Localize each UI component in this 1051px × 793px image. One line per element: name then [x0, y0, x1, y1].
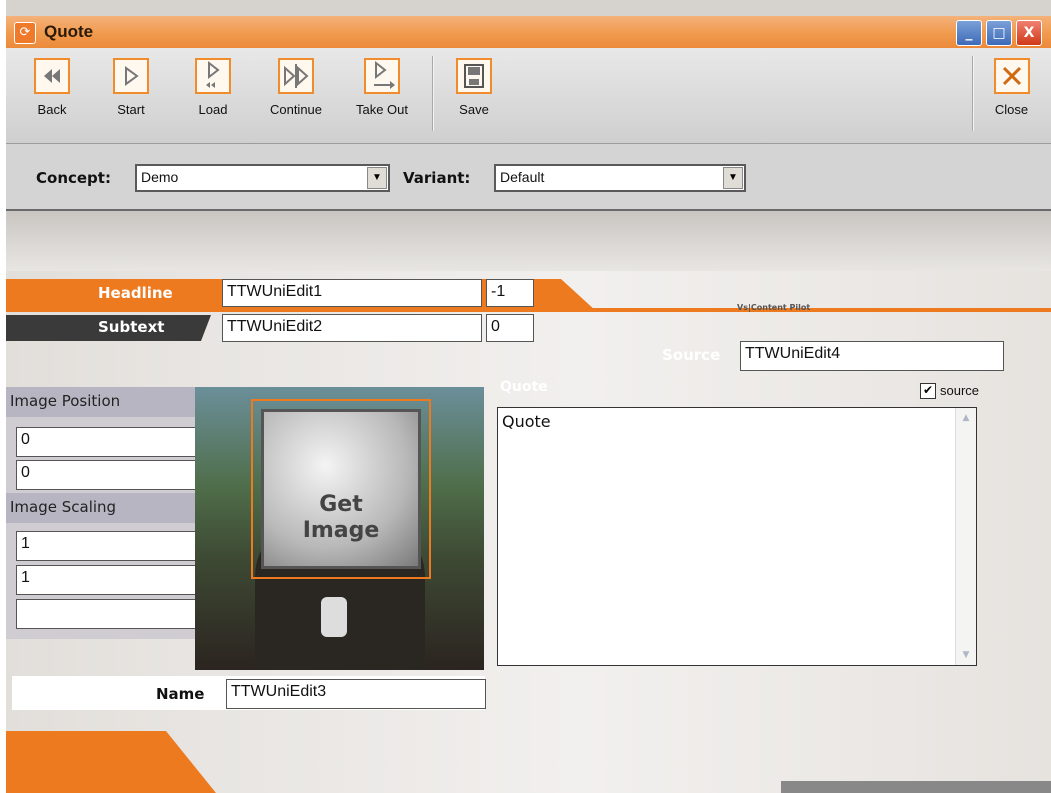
continue-button[interactable]: Continue: [266, 58, 326, 117]
quote-textarea[interactable]: Quote ▲ ▼: [497, 407, 977, 666]
subtext-input[interactable]: TTWUniEdit2: [222, 314, 482, 342]
microphone: [321, 597, 347, 637]
get-image-line2: Image: [302, 518, 380, 543]
headline-input[interactable]: TTWUniEdit1: [222, 279, 482, 307]
image-position-y-input[interactable]: 0: [16, 460, 208, 490]
get-image-line1: Get: [319, 492, 363, 517]
load-label: Load: [198, 102, 228, 117]
image-position-x-input[interactable]: 0: [16, 427, 208, 457]
quote-text: Quote: [502, 412, 551, 431]
toolbar-separator-right: [972, 56, 974, 131]
concept-select[interactable]: Demo ▼: [135, 164, 390, 192]
subtext-index-input[interactable]: 0: [486, 314, 534, 342]
load-button[interactable]: Load: [193, 58, 233, 117]
load-icon: [195, 58, 231, 94]
chevron-down-icon[interactable]: ▼: [723, 167, 743, 189]
save-icon: [456, 58, 492, 94]
take-out-icon: [364, 58, 400, 94]
save-label: Save: [459, 102, 489, 117]
quote-scrollbar[interactable]: ▲ ▼: [955, 408, 976, 665]
image-position-label: Image Position: [6, 387, 211, 417]
toolbar: Back Start Load Continue Take Out Save C…: [6, 48, 1051, 144]
concept-variant-bar: Concept: Demo ▼ Variant: Default ▼: [6, 144, 1051, 211]
title-bar[interactable]: ⟳ Quote _ □ X: [6, 16, 1051, 48]
headline-label: Headline: [98, 284, 173, 302]
close-window-button[interactable]: X: [1016, 20, 1042, 46]
image-settings-panel: Image Position 0 0 Image Scaling 1 1: [6, 387, 211, 639]
start-button[interactable]: Start: [111, 58, 151, 117]
get-image-text: Get Image: [264, 492, 418, 544]
scroll-down-icon[interactable]: ▼: [958, 647, 974, 663]
concept-label: Concept:: [36, 169, 111, 187]
brand-text: Vs|Content Pilot: [737, 303, 811, 312]
get-image-button[interactable]: Get Image: [251, 399, 431, 579]
decorative-band: [6, 211, 1051, 271]
back-button[interactable]: Back: [32, 58, 72, 117]
back-label: Back: [37, 102, 67, 117]
template-content: Headline TTWUniEdit1 -1 Vs|Content Pilot…: [6, 211, 1051, 793]
save-button[interactable]: Save: [454, 58, 494, 117]
source-input[interactable]: TTWUniEdit4: [740, 341, 1004, 371]
window-title: Quote: [44, 22, 94, 41]
decorative-orange-shape: [6, 731, 216, 793]
start-label: Start: [117, 102, 145, 117]
quote-label: Quote: [500, 379, 548, 395]
subtext-label: Subtext: [98, 318, 165, 336]
chevron-down-icon[interactable]: ▼: [367, 167, 387, 189]
app-icon: ⟳: [14, 22, 36, 44]
variant-value: Default: [500, 169, 545, 185]
continue-icon: [278, 58, 314, 94]
close-x-icon: [993, 58, 1030, 94]
take-out-label: Take Out: [355, 102, 409, 117]
source-label: Source: [662, 346, 721, 364]
close-label: Close: [994, 102, 1029, 117]
continue-label: Continue: [269, 102, 323, 117]
variant-select[interactable]: Default ▼: [494, 164, 746, 192]
minimize-button[interactable]: _: [956, 20, 982, 46]
maximize-button[interactable]: □: [986, 20, 1012, 46]
decorative-grey-shape: [781, 781, 1051, 793]
take-out-button[interactable]: Take Out: [343, 58, 421, 117]
toolbar-separator: [432, 56, 434, 131]
headline-index-input[interactable]: -1: [486, 279, 534, 307]
play-icon: [113, 58, 149, 94]
source-checkbox[interactable]: ✔: [920, 383, 936, 399]
name-input[interactable]: TTWUniEdit3: [226, 679, 486, 709]
source-checkbox-label: source: [940, 383, 980, 398]
accent-line: [6, 308, 1051, 312]
concept-value: Demo: [141, 169, 179, 185]
scroll-up-icon[interactable]: ▲: [958, 410, 974, 426]
quote-window: ⟳ Quote _ □ X Back Start Load Continue T…: [6, 0, 1051, 793]
name-label: Name: [156, 685, 205, 703]
image-scaling-label: Image Scaling: [6, 493, 211, 523]
variant-label: Variant:: [403, 169, 471, 187]
close-button[interactable]: Close: [989, 58, 1034, 117]
image-scaling-x-input[interactable]: 1: [16, 531, 208, 561]
image-scaling-extra-input[interactable]: [16, 599, 208, 629]
cloud-icon: Get Image: [261, 409, 421, 569]
background-image-preview: Get Image: [195, 387, 484, 670]
rewind-icon: [34, 58, 70, 94]
image-scaling-y-input[interactable]: 1: [16, 565, 208, 595]
